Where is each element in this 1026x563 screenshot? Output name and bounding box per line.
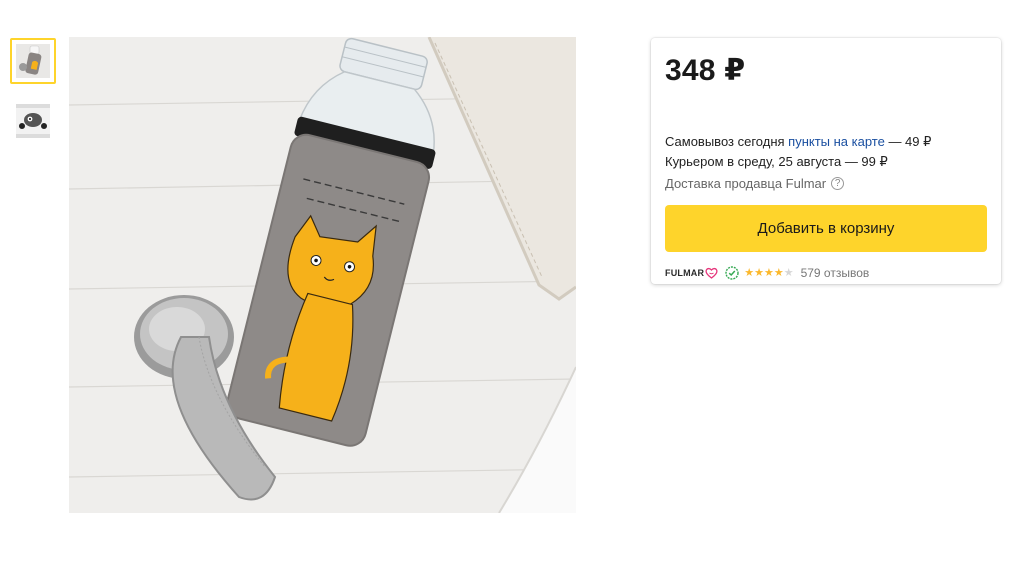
star-full-icon: ★: [763, 266, 774, 279]
reviews-link[interactable]: 579 отзывов: [801, 266, 870, 280]
thumbnail-list: [10, 38, 56, 158]
heart-icon: [705, 267, 718, 279]
pickup-points-link[interactable]: пункты на карте: [788, 134, 885, 149]
add-to-cart-button[interactable]: Добавить в корзину: [665, 205, 987, 252]
seller-logo[interactable]: FULMAR: [665, 267, 718, 279]
seller-row: FULMAR ★ ★ ★ ★ ★ 579 отзывов: [665, 266, 987, 280]
buy-card: 348 ₽ Самовывоз сегодня пункты на карте …: [651, 38, 1001, 284]
cover-thumbnail-image: [16, 104, 50, 138]
pickup-text: Самовывоз сегодня: [665, 134, 789, 149]
thumbnail-2[interactable]: [10, 98, 56, 144]
star-full-icon: ★: [744, 266, 755, 279]
rating-stars: ★ ★ ★ ★ ★: [744, 266, 794, 279]
product-main-image[interactable]: [69, 37, 576, 513]
courier-line: Курьером в среду, 25 августа — 99 ₽: [665, 154, 888, 169]
delivery-info: Самовывоз сегодня пункты на карте — 49 ₽…: [665, 132, 987, 172]
verified-icon: [725, 266, 739, 280]
seller-delivery-line: Доставка продавца Fulmar ?: [665, 176, 987, 191]
seller-logo-text: FULMAR: [665, 268, 705, 278]
bottle-thumbnail-image: [16, 44, 50, 78]
star-full-icon: ★: [754, 266, 764, 279]
product-photo: [69, 37, 576, 513]
seller-delivery-text: Доставка продавца Fulmar: [665, 176, 827, 191]
help-icon[interactable]: ?: [831, 177, 845, 190]
thumbnail-1[interactable]: [10, 38, 56, 84]
star-empty-icon: ★: [783, 266, 794, 279]
pickup-price: — 49 ₽: [884, 134, 932, 149]
star-full-icon: ★: [773, 266, 784, 279]
product-price: 348 ₽: [665, 54, 746, 87]
pickup-line: Самовывоз сегодня пункты на карте — 49 ₽: [665, 132, 987, 152]
